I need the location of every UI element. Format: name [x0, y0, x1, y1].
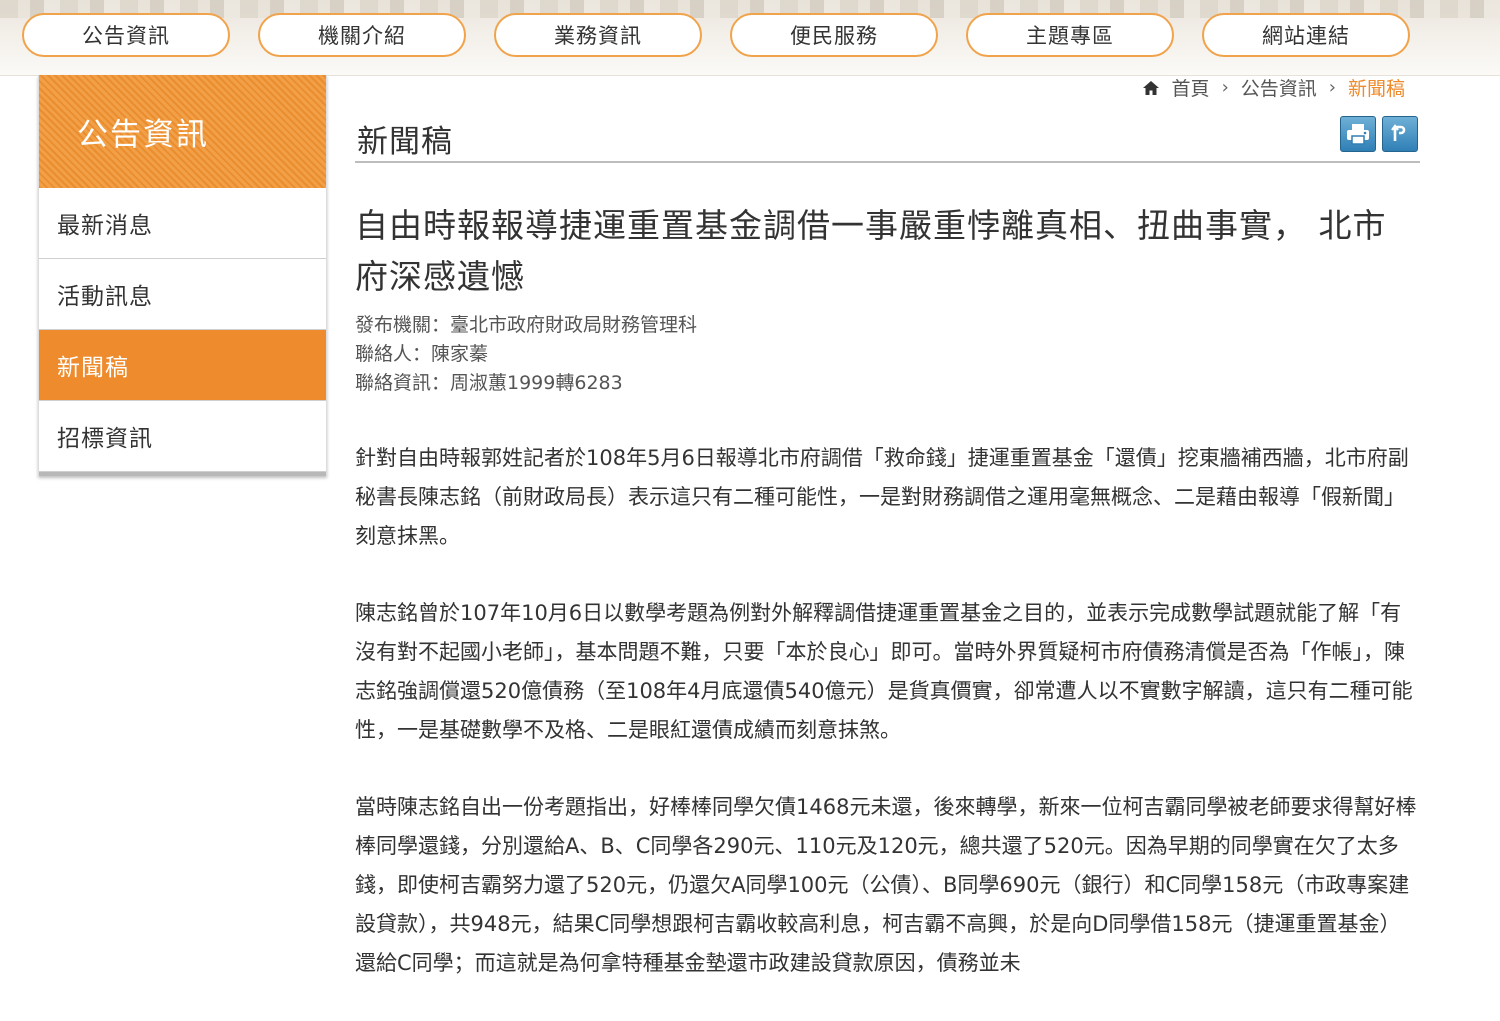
page-title: 新聞稿	[357, 124, 453, 160]
sidebar-bottom-border	[39, 472, 326, 476]
nav-agency-intro[interactable]: 機關介紹	[258, 13, 466, 57]
nav-announcements[interactable]: 公告資訊	[22, 13, 230, 57]
breadcrumb-current: 新聞稿	[1347, 78, 1405, 100]
page-tools	[1340, 116, 1418, 152]
main-nav: 公告資訊 機關介紹 業務資訊 便民服務 主題專區 網站連結	[22, 13, 1410, 57]
top-navigation-bar: 公告資訊 機關介紹 業務資訊 便民服務 主題專區 網站連結	[0, 0, 1500, 76]
title-divider	[355, 161, 1420, 163]
nav-topics[interactable]: 主題專區	[966, 13, 1174, 57]
article-meta: 發布機關：臺北市政府財政局財務管理科 聯絡人：陳家蓁 聯絡資訊：周淑蕙1999轉…	[355, 311, 697, 398]
print-icon	[1347, 124, 1369, 145]
breadcrumb-home[interactable]: 首頁	[1172, 74, 1210, 101]
breadcrumb-section[interactable]: 公告資訊	[1241, 74, 1317, 101]
nav-business-info[interactable]: 業務資訊	[494, 13, 702, 57]
article-contact: 聯絡人：陳家蓁	[355, 343, 489, 365]
chevron-right-icon: ›	[1221, 77, 1229, 98]
back-button[interactable]	[1382, 116, 1418, 152]
article-paragraph: 針對自由時報郭姓記者於108年5月6日報導北市府調借「救命錢」捷運重置基金「還債…	[355, 446, 1409, 548]
breadcrumb: 首頁 › 公告資訊 › 新聞稿	[1142, 75, 1405, 100]
sidebar-title: 公告資訊	[39, 75, 326, 188]
sidebar-item-events[interactable]: 活動訊息	[39, 259, 326, 330]
nav-site-links[interactable]: 網站連結	[1202, 13, 1410, 57]
article-paragraph: 陳志銘曾於107年10月6日以數學考題為例對外解釋調借捷運重置基金之目的，並表示…	[355, 601, 1413, 742]
article-publisher: 發布機關：臺北市政府財政局財務管理科	[355, 314, 698, 336]
chevron-right-icon: ›	[1328, 77, 1336, 98]
article-paragraph: 當時陳志銘自出一份考題指出，好棒棒同學欠債1468元未還，後來轉學，新來一位柯吉…	[355, 795, 1417, 975]
article-body: 針對自由時報郭姓記者於108年5月6日報導北市府調借「救命錢」捷運重置基金「還債…	[355, 439, 1420, 1021]
sidebar: 公告資訊 最新消息 活動訊息 新聞稿 招標資訊	[38, 75, 327, 476]
nav-public-services[interactable]: 便民服務	[730, 13, 938, 57]
article-title: 自由時報報導捷運重置基金調借一事嚴重悖離真相、扭曲事實， 北市府深感遺憾	[355, 206, 1387, 296]
sidebar-item-press-releases[interactable]: 新聞稿	[39, 330, 326, 401]
article-contact-info: 聯絡資訊：周淑蕙1999轉6283	[355, 372, 623, 394]
home-icon[interactable]	[1142, 79, 1160, 97]
sidebar-item-latest-news[interactable]: 最新消息	[39, 188, 326, 259]
back-icon	[1391, 124, 1406, 141]
print-button[interactable]	[1340, 116, 1376, 152]
sidebar-item-tenders[interactable]: 招標資訊	[39, 401, 326, 472]
